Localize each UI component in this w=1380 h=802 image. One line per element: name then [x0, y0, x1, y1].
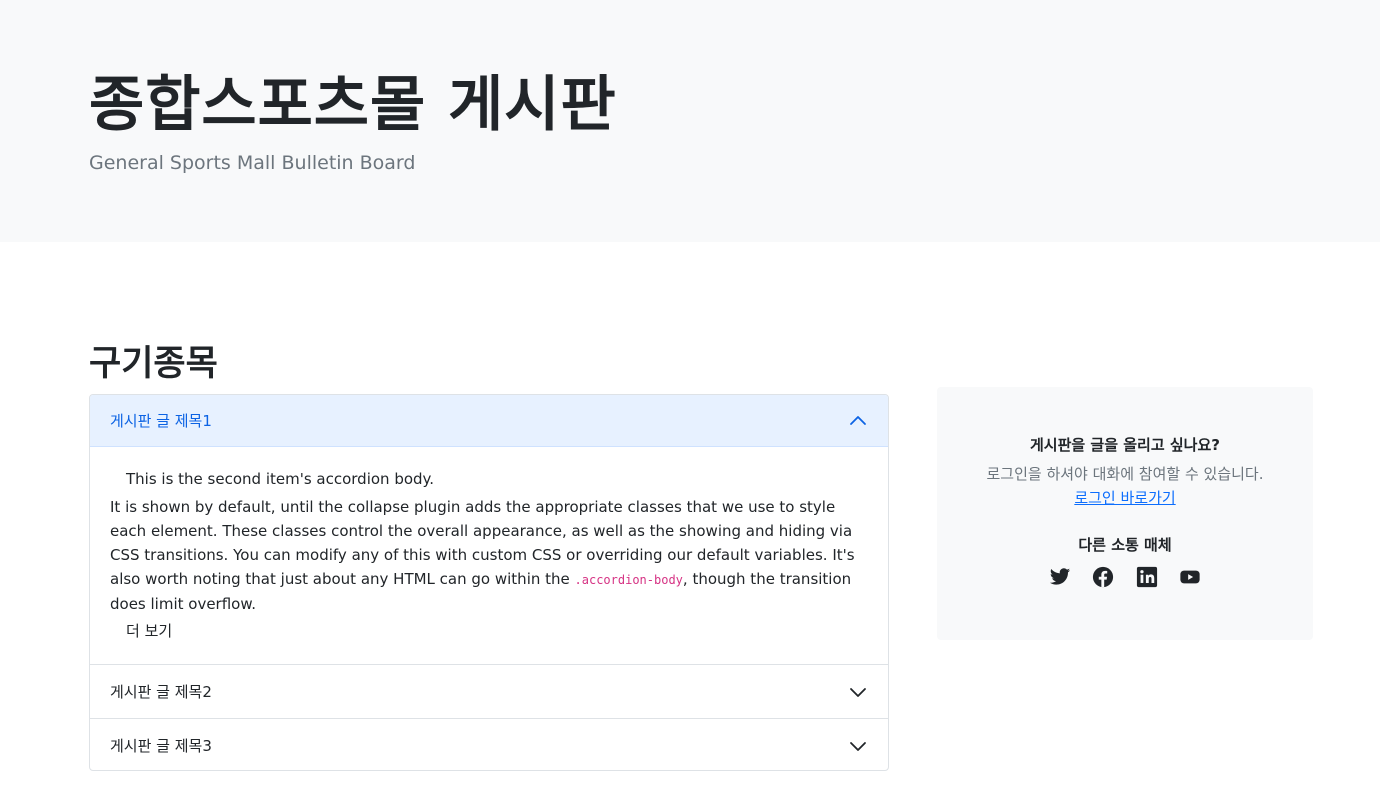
page-title: 종합스포츠몰 게시판 [89, 70, 617, 140]
hero-banner: 종합스포츠몰 게시판 General Sports Mall Bulletin … [0, 0, 1380, 242]
code-snippet: .accordion-body [574, 573, 683, 587]
accordion-item-2: 게시판 글 제목2 [90, 665, 888, 719]
twitter-icon[interactable] [1049, 566, 1071, 588]
accordion-item-3: 게시판 글 제목3 [90, 719, 888, 770]
sidebar-question: 게시판을 글을 올리고 싶나요? [1030, 436, 1220, 454]
facebook-icon[interactable] [1092, 566, 1114, 588]
accordion-body-text: It is shown by default, until the collap… [110, 495, 870, 616]
accordion-body-1: This is the second item's accordion body… [90, 447, 888, 665]
more-link[interactable]: 더 보기 [126, 619, 172, 643]
accordion-title-2: 게시판 글 제목2 [110, 683, 212, 701]
youtube-icon[interactable] [1179, 566, 1201, 588]
linkedin-icon[interactable] [1136, 566, 1158, 588]
accordion: 게시판 글 제목1 This is the second item's acco… [89, 394, 889, 771]
chevron-up-icon [848, 411, 868, 431]
accordion-body-lead: This is the second item's accordion body… [126, 470, 435, 488]
sidebar-card: 게시판을 글을 올리고 싶나요? 로그인을 하셔야 대화에 참여할 수 있습니다… [937, 387, 1313, 640]
accordion-title-1: 게시판 글 제목1 [110, 412, 212, 430]
chevron-down-icon [848, 682, 868, 702]
chevron-down-icon [848, 736, 868, 756]
sidebar-info: 로그인을 하셔야 대화에 참여할 수 있습니다. [986, 465, 1264, 483]
accordion-header-1[interactable]: 게시판 글 제목1 [90, 395, 888, 447]
social-title: 다른 소통 매체 [1078, 536, 1172, 554]
login-link[interactable]: 로그인 바로가기 [1074, 489, 1175, 507]
sidebar-link-wrap: 로그인 바로가기 [937, 487, 1313, 508]
accordion-header-2[interactable]: 게시판 글 제목2 [90, 665, 888, 718]
section-title: 구기종목 [89, 344, 218, 384]
accordion-title-3: 게시판 글 제목3 [110, 737, 212, 755]
page-subtitle: General Sports Mall Bulletin Board [89, 152, 416, 174]
accordion-header-3[interactable]: 게시판 글 제목3 [90, 719, 888, 770]
social-icons [1049, 566, 1201, 588]
accordion-item-1: 게시판 글 제목1 This is the second item's acco… [90, 395, 888, 665]
